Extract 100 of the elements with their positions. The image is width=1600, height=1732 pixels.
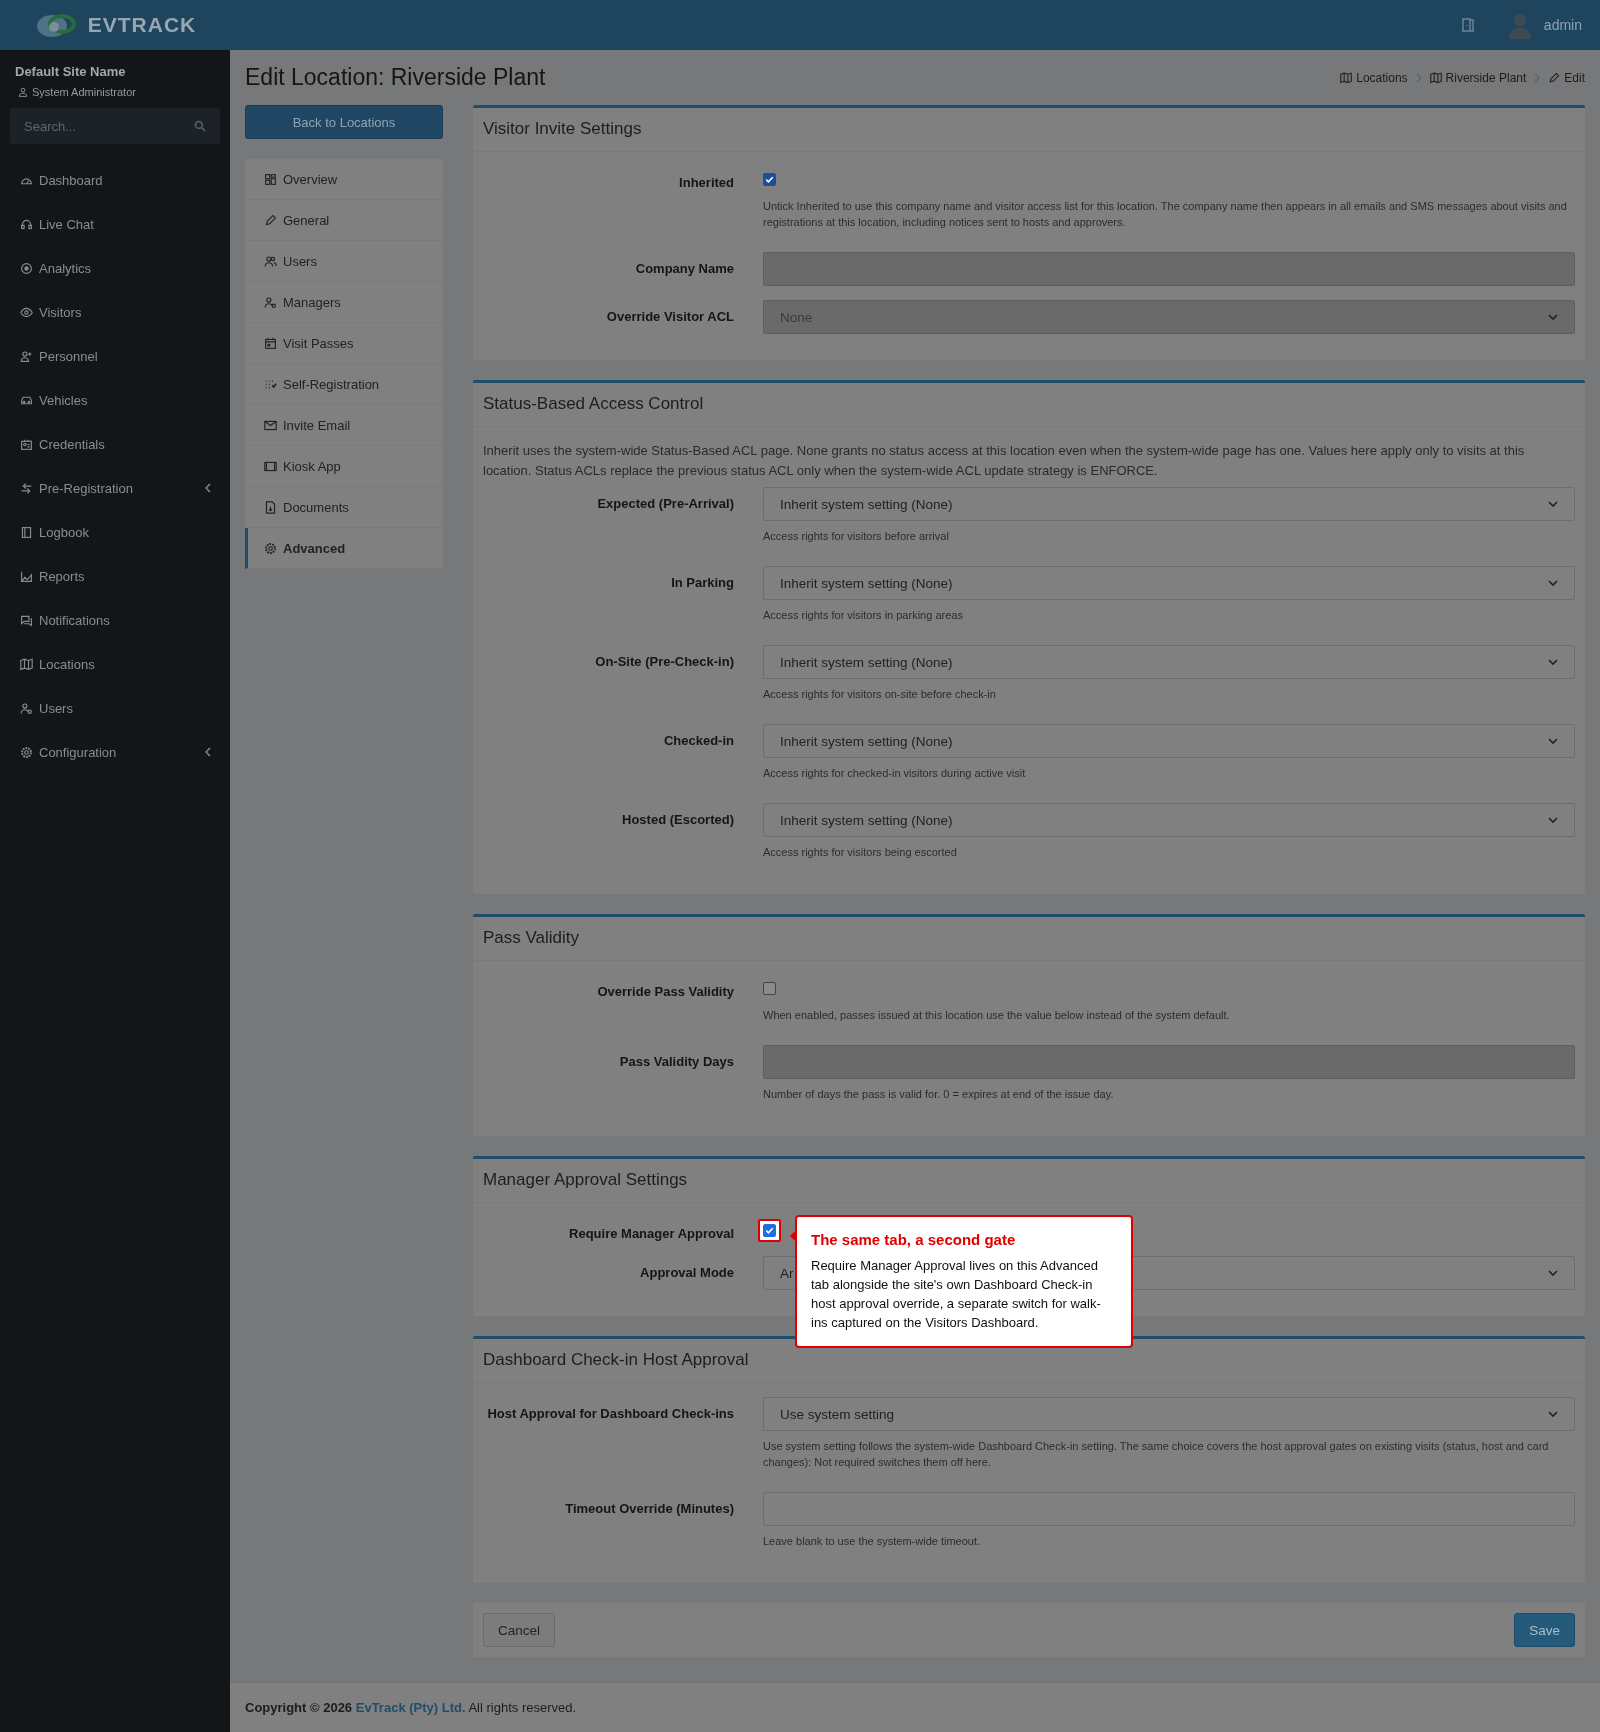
brand-name[interactable]: EVTRACK: [87, 13, 197, 37]
page-title: Edit Location: Riverside Plant: [245, 64, 546, 91]
chevron-left-icon[interactable]: [204, 483, 212, 493]
chevron-right-icon: [1414, 72, 1423, 83]
field-label: Inherited: [678, 174, 735, 192]
tab[interactable]: Kiosk App: [245, 446, 443, 487]
help-text: Number of days the pass is valid for. 0 = expires at end of the issue day.: [763, 1087, 1115, 1102]
search-field[interactable]: Search...: [10, 108, 220, 144]
user-icon: [18, 87, 28, 97]
field-label: On-Site (Pre-Check-in): [594, 653, 735, 671]
section-title: Manager Approval Settings: [473, 1159, 1585, 1203]
nav-item[interactable]: Reports: [0, 554, 230, 598]
field-label: Company Name: [634, 260, 735, 278]
breadcrumb-link[interactable]: Edit: [1548, 70, 1585, 85]
target-icon: [20, 261, 33, 275]
people-icon: [20, 701, 33, 715]
chevron-down-icon[interactable]: [1548, 815, 1558, 825]
eye-icon: [20, 305, 33, 319]
chevron-down-icon[interactable]: [1548, 657, 1558, 667]
dropdown[interactable]: Inherit system setting (None): [763, 724, 1575, 758]
headset-icon: [20, 217, 33, 231]
dropdown[interactable]: Inherit system setting (None): [763, 803, 1575, 837]
chevron-right-icon: [1533, 72, 1542, 83]
section-title: Visitor Invite Settings: [473, 108, 1585, 152]
user-role: System Administrator: [32, 86, 136, 98]
chevron-down-icon[interactable]: [1548, 578, 1558, 588]
copyright-text: Copyright © 2026 EvTrack (Pty) Ltd. All rights reserved.: [245, 1700, 578, 1715]
screen-icon: [264, 459, 277, 473]
checkbox[interactable]: [763, 982, 776, 995]
section-title: Dashboard Check-in Host Approval: [473, 1339, 1585, 1383]
chat-icon: [20, 613, 33, 627]
nav-item[interactable]: Live Chat: [0, 202, 230, 246]
nav-item[interactable]: Pre-Registration: [0, 466, 230, 510]
arrows-icon: [20, 481, 33, 495]
tab[interactable]: Documents: [245, 487, 443, 528]
company-link[interactable]: EvTrack (Pty) Ltd.: [355, 1700, 466, 1715]
book-icon: [20, 525, 33, 539]
back-button[interactable]: Back to Locations: [245, 105, 443, 139]
envelope-icon: [264, 418, 277, 432]
nav-item[interactable]: Logbook: [0, 510, 230, 554]
chevron-left-icon[interactable]: [204, 747, 212, 757]
checkbox[interactable]: [763, 173, 776, 186]
nav-item[interactable]: Analytics: [0, 246, 230, 290]
dropdown[interactable]: Use system setting: [763, 1397, 1575, 1431]
help-text: Access rights for visitors in parking areas: [763, 608, 964, 623]
gear-icon: [20, 745, 33, 759]
nav-item[interactable]: Dashboard: [0, 158, 230, 202]
field-label: Override Pass Validity: [596, 983, 735, 1001]
chevron-down-icon[interactable]: [1548, 736, 1558, 746]
site-name: Default Site Name: [14, 63, 127, 79]
section-title: Status-Based Access Control: [473, 383, 1585, 427]
chart-icon: [20, 569, 33, 583]
nav-item[interactable]: Credentials: [0, 422, 230, 466]
tab[interactable]: Advanced: [245, 528, 443, 569]
field-label: Hosted (Escorted): [621, 811, 735, 829]
nav-item[interactable]: Visitors: [0, 290, 230, 334]
tab[interactable]: Managers: [245, 282, 443, 323]
callout-title: The same tab, a second gate: [811, 1231, 1017, 1248]
grid-icon: [264, 172, 277, 186]
tab[interactable]: General: [245, 200, 443, 241]
help-text: When enabled, passes issued at this location use the value below instead of the system default.: [763, 1008, 1231, 1023]
field-label: Expected (Pre-Arrival): [596, 495, 735, 513]
door-icon[interactable]: [1459, 17, 1476, 33]
tab[interactable]: Self-Registration: [245, 364, 443, 405]
chevron-down-icon[interactable]: [1548, 499, 1558, 509]
tab[interactable]: Users: [245, 241, 443, 282]
nav-item[interactable]: Notifications: [0, 598, 230, 642]
tab[interactable]: Visit Passes: [245, 323, 443, 364]
nav-item[interactable]: Configuration: [0, 730, 230, 774]
checkbox[interactable]: [763, 1224, 776, 1237]
nav-item[interactable]: Locations: [0, 642, 230, 686]
user-name[interactable]: admin: [1543, 17, 1582, 33]
field-label: Timeout Override (Minutes): [564, 1500, 735, 1518]
cancel-button[interactable]: Cancel: [483, 1613, 556, 1647]
search-icon[interactable]: [194, 120, 206, 132]
field-label: Checked-in: [662, 732, 735, 750]
field-label: Require Manager Approval: [568, 1225, 735, 1242]
id-card-icon: [20, 437, 33, 451]
chevron-down-icon[interactable]: [1548, 1409, 1558, 1419]
dropdown[interactable]: Inherit system setting (None): [763, 645, 1575, 679]
pencil-icon: [264, 213, 277, 227]
chevron-down-icon[interactable]: [1548, 1268, 1558, 1278]
field-label: Pass Validity Days: [618, 1053, 735, 1071]
help-text: Use system setting follows the system-wide Dashboard Check-in setting. The same choice covers the host approval gates on existing visits (status, host and card changes): Not required switches them off here.: [763, 1439, 1550, 1470]
nav-item[interactable]: Personnel: [0, 334, 230, 378]
nav-item[interactable]: Vehicles: [0, 378, 230, 422]
dropdown[interactable]: Inherit system setting (None): [763, 566, 1575, 600]
pencil-icon: [1548, 71, 1561, 84]
help-text: Leave blank to use the system-wide timeout.: [763, 1534, 982, 1549]
section-description: Inherit uses the system-wide Status-Based ACL page. None grants no status access at this location even when the system-wide page has one. Values here apply only to visits at this location. Status ACLs replace the previous status ACL only when the system-wide ACL update strategy is ENFORCE.: [483, 442, 1526, 480]
nav-item[interactable]: Users: [0, 686, 230, 730]
dropdown[interactable]: Inherit system setting (None): [763, 487, 1575, 521]
help-text: Access rights for visitors being escorted: [763, 845, 958, 860]
save-button[interactable]: Save: [1514, 1613, 1575, 1647]
tab[interactable]: Invite Email: [245, 405, 443, 446]
people-icon: [264, 295, 277, 309]
field-label: In Parking: [670, 574, 735, 592]
tab[interactable]: Overview: [245, 159, 443, 200]
breadcrumb-link[interactable]: Riverside Plant: [1429, 70, 1527, 85]
breadcrumb-link[interactable]: Locations: [1340, 70, 1408, 85]
